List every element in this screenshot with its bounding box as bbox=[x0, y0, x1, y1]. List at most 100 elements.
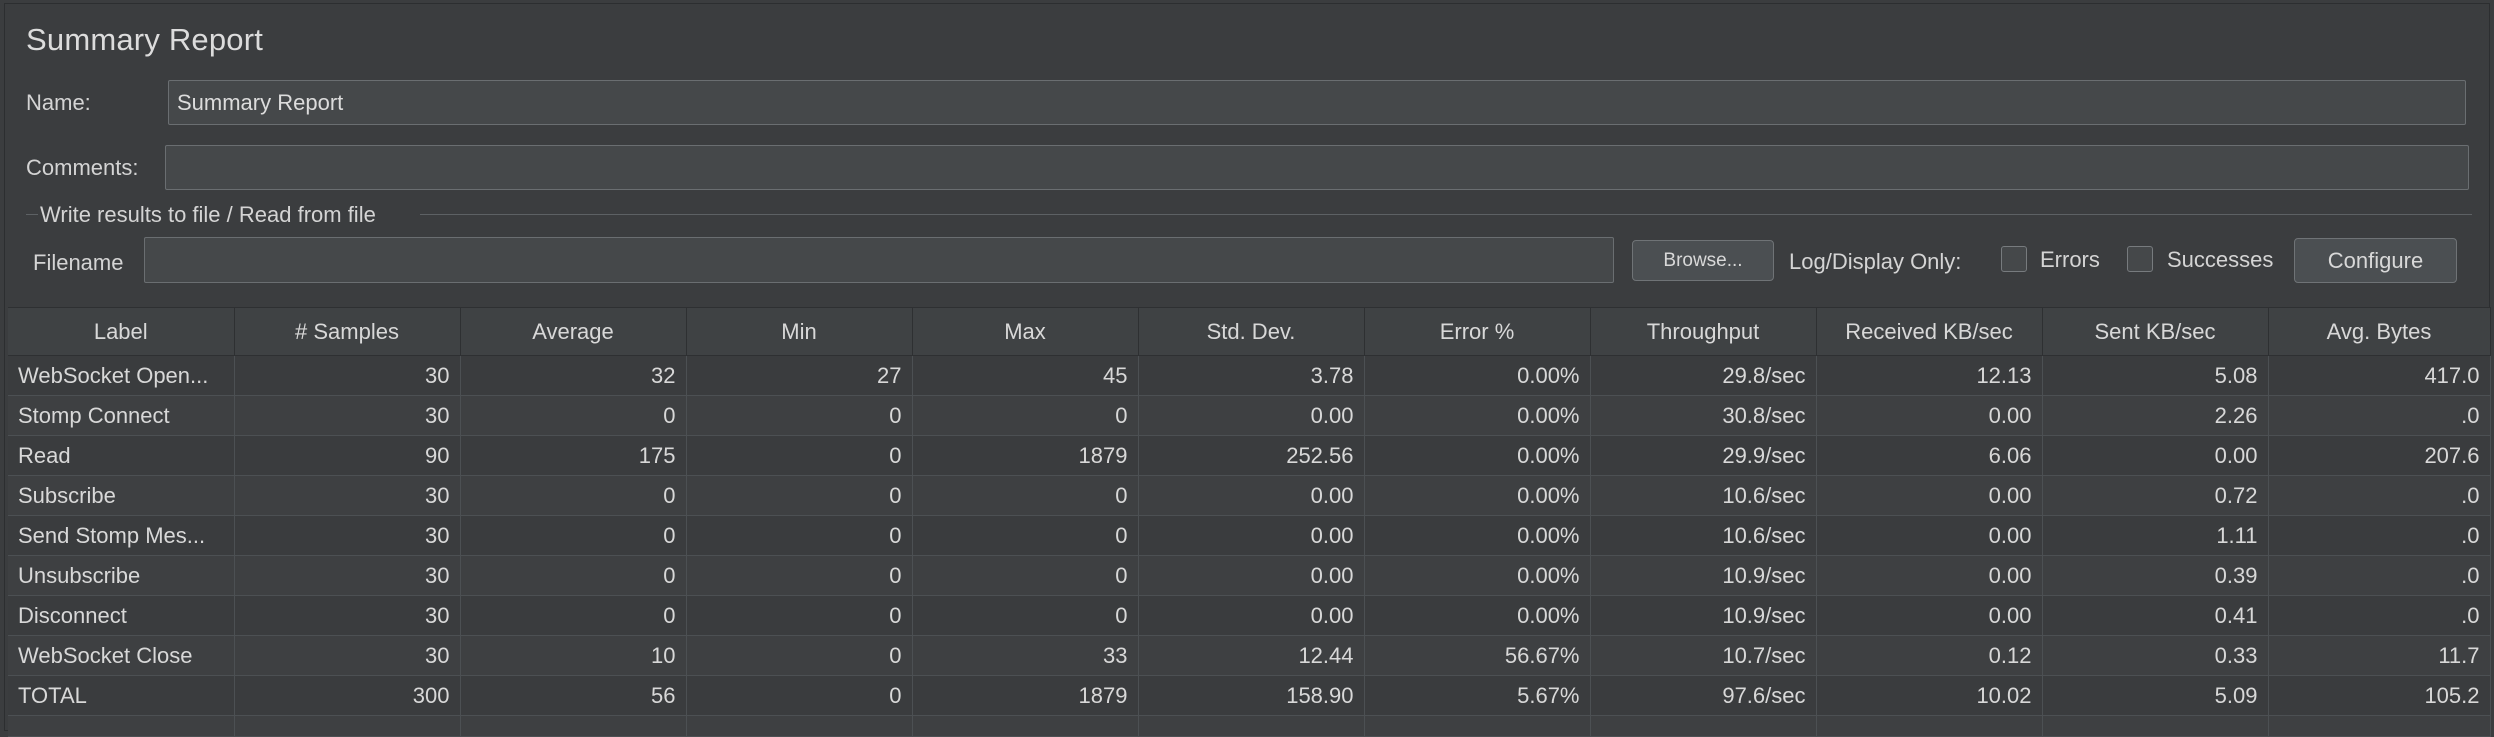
column-header-avg-bytes[interactable]: Avg. Bytes bbox=[2268, 307, 2491, 356]
table-cell: 0 bbox=[912, 515, 1139, 556]
table-cell: 12.44 bbox=[1138, 635, 1365, 676]
column-header-throughput[interactable]: Throughput bbox=[1590, 307, 1817, 356]
table-cell: 1879 bbox=[912, 675, 1139, 716]
table-cell: 105.2 bbox=[2268, 675, 2491, 716]
table-cell: 29.8/sec bbox=[1590, 355, 1817, 396]
column-header-error-percent[interactable]: Error % bbox=[1364, 307, 1591, 356]
table-empty-cell bbox=[1138, 715, 1365, 737]
table-empty-cell bbox=[912, 715, 1139, 737]
table-cell: 0 bbox=[460, 395, 687, 436]
table-cell: 0.00% bbox=[1364, 515, 1591, 556]
file-group-label: Write results to file / Read from file bbox=[40, 202, 376, 227]
table-cell: Subscribe bbox=[8, 475, 235, 516]
table-cell: 252.56 bbox=[1138, 435, 1365, 476]
table-row[interactable]: Stomp Connect 30 0 0 0 0.00 0.00% 30.8/sec 0.00 2… bbox=[8, 395, 2491, 436]
table-cell: 29.9/sec bbox=[1590, 435, 1817, 476]
table-cell: 10.6/sec bbox=[1590, 475, 1817, 516]
table-cell: 10 bbox=[460, 635, 687, 676]
file-group-border bbox=[420, 214, 2472, 215]
column-header-min[interactable]: Min bbox=[686, 307, 913, 356]
table-cell: 0.00 bbox=[1138, 555, 1365, 596]
table-cell: 0.00 bbox=[1816, 595, 2043, 636]
successes-label: Successes bbox=[2167, 247, 2274, 272]
errors-checkbox[interactable] bbox=[2001, 246, 2027, 272]
filename-input[interactable] bbox=[144, 237, 1614, 283]
table-cell: 11.7 bbox=[2268, 635, 2491, 676]
table-cell: 1879 bbox=[912, 435, 1139, 476]
table-cell: 10.6/sec bbox=[1590, 515, 1817, 556]
table-row[interactable]: WebSocket Close 30 10 0 33 12.44 56.67% 10.7/se… bbox=[8, 635, 2491, 676]
column-header-std-dev[interactable]: Std. Dev. bbox=[1138, 307, 1365, 356]
name-input[interactable] bbox=[168, 80, 2466, 125]
table-cell: 45 bbox=[912, 355, 1139, 396]
column-header-max[interactable]: Max bbox=[912, 307, 1139, 356]
table-cell: Stomp Connect bbox=[8, 395, 235, 436]
column-header-sent-kb[interactable]: Sent KB/sec bbox=[2042, 307, 2269, 356]
table-empty-cell bbox=[2268, 715, 2491, 737]
table-cell: 0.00 bbox=[1138, 595, 1365, 636]
table-cell: 0.00 bbox=[1816, 555, 2043, 596]
column-header-samples[interactable]: # Samples bbox=[234, 307, 461, 356]
table-cell: 30 bbox=[234, 475, 461, 516]
table-cell: 0.00% bbox=[1364, 555, 1591, 596]
table-cell: 0.12 bbox=[1816, 635, 2043, 676]
table-cell: WebSocket Open... bbox=[8, 355, 235, 396]
table-cell: 1.11 bbox=[2042, 515, 2269, 556]
browse-button[interactable]: Browse... bbox=[1632, 240, 1774, 281]
column-header-average[interactable]: Average bbox=[460, 307, 687, 356]
summary-table: Label # Samples Average Min Max Std. Dev… bbox=[8, 307, 2491, 737]
table-cell: 0 bbox=[686, 635, 913, 676]
table-empty-cell bbox=[686, 715, 913, 737]
table-cell: 97.6/sec bbox=[1590, 675, 1817, 716]
table-cell: 0 bbox=[460, 475, 687, 516]
table-header-row: Label # Samples Average Min Max Std. Dev… bbox=[8, 307, 2491, 356]
table-cell: .0 bbox=[2268, 395, 2491, 436]
table-row[interactable]: Read 90 175 0 1879 252.56 0.00% 29.9/sec 6.06 0.0… bbox=[8, 435, 2491, 476]
filename-label: Filename bbox=[33, 250, 124, 275]
table-cell: 2.26 bbox=[2042, 395, 2269, 436]
table-cell: 0.39 bbox=[2042, 555, 2269, 596]
table-cell: Disconnect bbox=[8, 595, 235, 636]
table-cell: 0 bbox=[686, 395, 913, 436]
table-empty-cell bbox=[234, 715, 461, 737]
table-row[interactable]: Subscribe 30 0 0 0 0.00 0.00% 10.6/sec 0.00 0.72.… bbox=[8, 475, 2491, 516]
table-cell: 10.9/sec bbox=[1590, 595, 1817, 636]
table-empty-cell bbox=[1364, 715, 1591, 737]
table-cell: .0 bbox=[2268, 475, 2491, 516]
table-cell: 0 bbox=[460, 595, 687, 636]
name-label: Name: bbox=[26, 90, 91, 115]
table-cell: 5.09 bbox=[2042, 675, 2269, 716]
table-cell: 0.41 bbox=[2042, 595, 2269, 636]
table-cell: 417.0 bbox=[2268, 355, 2491, 396]
table-cell: 0 bbox=[686, 595, 913, 636]
panel-title: Summary Report bbox=[26, 22, 264, 57]
table-cell: .0 bbox=[2268, 555, 2491, 596]
table-cell: 158.90 bbox=[1138, 675, 1365, 716]
table-cell: 0.72 bbox=[2042, 475, 2269, 516]
table-cell: 30 bbox=[234, 515, 461, 556]
table-cell: 0.00% bbox=[1364, 595, 1591, 636]
table-empty-cell bbox=[1590, 715, 1817, 737]
table-cell: 32 bbox=[460, 355, 687, 396]
table-cell: 0.00% bbox=[1364, 355, 1591, 396]
file-group-border-left bbox=[26, 214, 38, 215]
table-row[interactable]: Send Stomp Mes... 30 0 0 0 0.00 0.00% 10.6/sec 0… bbox=[8, 515, 2491, 556]
column-header-label[interactable]: Label bbox=[8, 307, 235, 356]
table-row[interactable]: Unsubscribe 30 0 0 0 0.00 0.00% 10.9/sec 0.00 0.3… bbox=[8, 555, 2491, 596]
table-cell: 12.13 bbox=[1816, 355, 2043, 396]
table-row[interactable]: WebSocket Open... 30 32 27 45 3.78 0.00% 29.8/s… bbox=[8, 355, 2491, 396]
comments-input[interactable] bbox=[165, 145, 2469, 190]
table-cell: TOTAL bbox=[8, 675, 235, 716]
table-cell: 0 bbox=[912, 555, 1139, 596]
configure-button[interactable]: Configure bbox=[2294, 238, 2457, 283]
table-cell: 56 bbox=[460, 675, 687, 716]
table-cell: Read bbox=[8, 435, 235, 476]
table-cell: 56.67% bbox=[1364, 635, 1591, 676]
table-cell: 10.7/sec bbox=[1590, 635, 1817, 676]
column-header-received-kb[interactable]: Received KB/sec bbox=[1816, 307, 2043, 356]
successes-checkbox[interactable] bbox=[2127, 246, 2153, 272]
table-total-row[interactable]: TOTAL 300 56 0 1879 158.90 5.67% 97.6/sec 10.02 5… bbox=[8, 675, 2491, 716]
table-cell: 0.00 bbox=[2042, 435, 2269, 476]
table-row[interactable]: Disconnect 30 0 0 0 0.00 0.00% 10.9/sec 0.00 0.41… bbox=[8, 595, 2491, 636]
table-cell: 0.00 bbox=[1816, 395, 2043, 436]
